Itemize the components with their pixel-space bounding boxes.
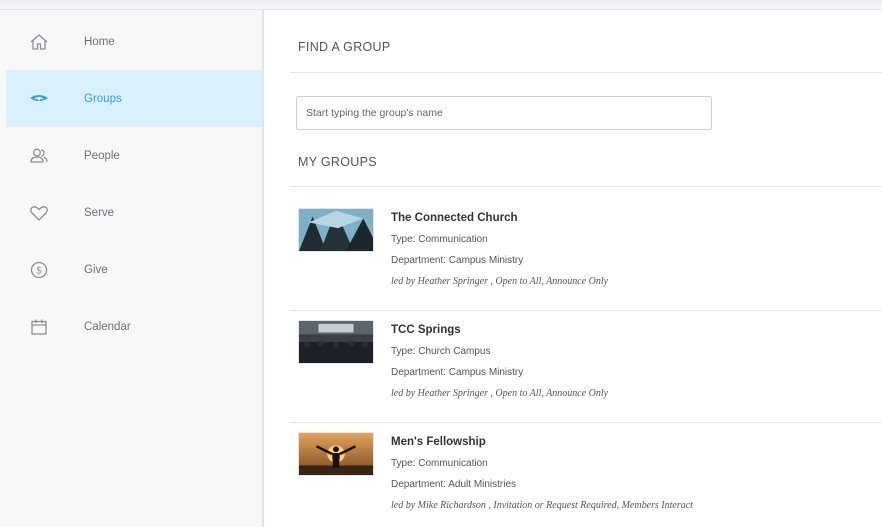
main-content: FIND A GROUP MY GROUPS The Connected Chu…: [266, 10, 882, 527]
divider: [290, 186, 882, 187]
group-name: TCC Springs: [391, 324, 461, 336]
heart-icon: [30, 205, 48, 221]
sidebar-item-label: Serve: [84, 206, 115, 219]
sidebar-item-label: Give: [84, 263, 108, 276]
sidebar-item-label: People: [84, 149, 120, 162]
sidebar-item-calendar[interactable]: Calendar: [6, 298, 262, 355]
group-search-input[interactable]: [296, 96, 712, 130]
divider: [290, 310, 882, 311]
svg-text:$: $: [36, 265, 42, 276]
group-thumbnail: [298, 432, 374, 476]
group-card-connected-church[interactable]: The Connected Church Type: Communication…: [296, 208, 882, 318]
group-leader-info: led by Mike Richardson , Invitation or R…: [391, 500, 693, 511]
dollar-coin-icon: $: [30, 261, 48, 278]
group-leader-info: led by Heather Springer , Open to All, A…: [391, 388, 609, 399]
people-icon: [30, 148, 48, 163]
sidebar-item-label: Groups: [84, 92, 122, 105]
my-groups-title: MY GROUPS: [298, 155, 377, 169]
divider: [290, 422, 882, 423]
sidebar-item-groups[interactable]: Groups: [6, 70, 262, 127]
group-card-tcc-springs[interactable]: TCC Springs Type: Church Campus Departme…: [296, 320, 882, 430]
group-department: Department: Campus Ministry: [391, 367, 524, 378]
group-department: Department: Adult Ministries: [391, 479, 517, 490]
sidebar-item-label: Home: [84, 35, 115, 48]
sidebar-item-label: Calendar: [84, 320, 131, 333]
group-department: Department: Campus Ministry: [391, 255, 524, 266]
group-thumbnail: [298, 320, 374, 364]
groups-icon: [30, 94, 48, 101]
calendar-icon: [31, 319, 47, 335]
home-icon: [30, 33, 48, 50]
sidebar-item-serve[interactable]: Serve: [6, 184, 262, 241]
find-group-title: FIND A GROUP: [298, 40, 391, 54]
sidebar-item-people[interactable]: People: [6, 127, 262, 184]
group-type: Type: Church Campus: [391, 346, 491, 357]
group-leader-info: led by Heather Springer , Open to All, A…: [391, 276, 609, 287]
group-name: Men's Fellowship: [391, 436, 486, 448]
sidebar-item-home[interactable]: Home: [6, 13, 262, 70]
group-card-mens-fellowship[interactable]: Men's Fellowship Type: Communication Dep…: [296, 432, 882, 527]
sidebar-item-give[interactable]: $ Give: [6, 241, 262, 298]
sidebar: Home Groups People Serve $ Give Calendar: [0, 10, 264, 527]
group-name: The Connected Church: [391, 212, 518, 224]
divider: [290, 72, 882, 73]
group-thumbnail: [298, 208, 374, 252]
group-type: Type: Communication: [391, 458, 488, 469]
top-bar: [0, 0, 882, 10]
group-type: Type: Communication: [391, 234, 488, 245]
